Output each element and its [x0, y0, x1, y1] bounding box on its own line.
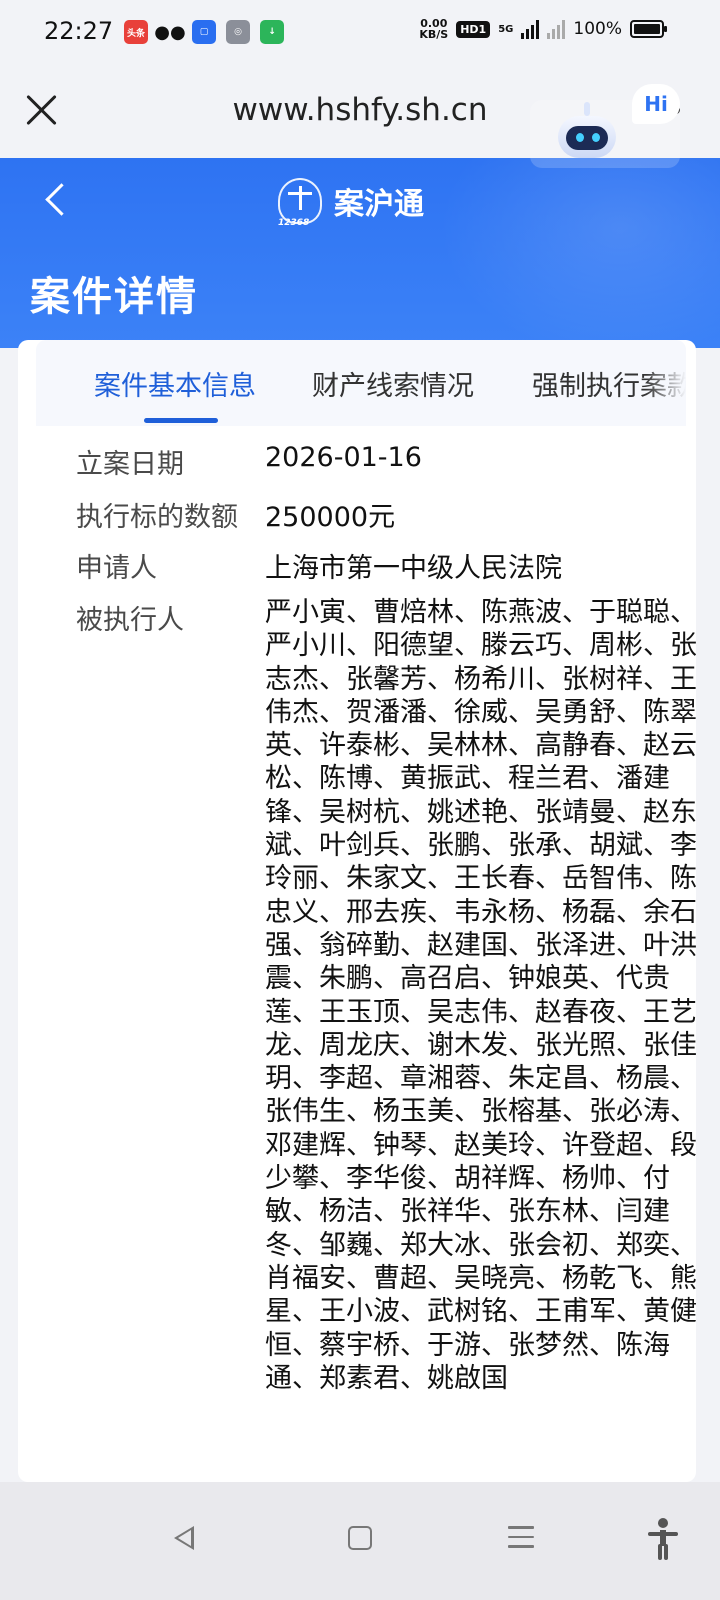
wechat-icon: ●● — [154, 21, 186, 43]
app-green-icon: ↓ — [260, 20, 284, 44]
back-arrow-icon[interactable] — [40, 182, 76, 218]
page-title: 案件详情 — [30, 274, 198, 320]
debtors-label: 被执行人 — [76, 605, 184, 636]
toutiao-icon: 头条 — [124, 20, 148, 44]
home-square-icon[interactable] — [348, 1526, 372, 1550]
filing-date-value: 2026-01-16 — [265, 442, 422, 473]
notification-icons: 头条 ●● ▢ ◎ ↓ — [124, 20, 284, 44]
tab-active-indicator — [144, 418, 218, 423]
network-speed: 0.00 KB/S — [419, 17, 449, 41]
hd-badge: HD1 — [456, 20, 491, 38]
accessibility-icon[interactable] — [648, 1518, 678, 1560]
menu-lines-icon[interactable] — [508, 1526, 534, 1550]
battery-icon — [630, 20, 667, 38]
battery-fill — [634, 24, 660, 34]
signal-icon — [521, 19, 540, 39]
logo-number: 12368 — [278, 218, 310, 228]
back-triangle-icon[interactable] — [174, 1526, 194, 1550]
tab-bar: 案件基本信息 财产线索情况 强制执行案款 — [36, 340, 686, 426]
case-detail-card: 案件基本信息 财产线索情况 强制执行案款 立案日期 2026-01-16 执行标… — [18, 340, 696, 1482]
applicant-label: 申请人 — [76, 553, 157, 584]
battery-percent: 100% — [573, 19, 622, 39]
app-blue-icon: ▢ — [192, 20, 216, 44]
system-icons: 0.00 KB/S HD1 5G 100% — [419, 17, 667, 41]
brand: 12368 案沪通 — [278, 178, 424, 228]
hi-bubble[interactable]: Hi — [632, 84, 680, 124]
debtors-value: 严小寅、曹焙林、陈燕波、于聪聪、严小川、阳德望、滕云巧、周彬、张志杰、张馨芳、杨… — [265, 597, 696, 1394]
brand-name: 案沪通 — [334, 187, 424, 222]
amount-value: 250000元 — [265, 502, 396, 533]
signal-secondary-icon — [547, 19, 566, 39]
system-nav-bar — [0, 1482, 720, 1600]
amount-label: 执行标的数额 — [76, 502, 238, 533]
app-gray-icon: ◎ — [226, 20, 250, 44]
status-time: 22:27 — [44, 17, 114, 45]
tab-property-clues[interactable]: 财产线索情况 — [312, 364, 474, 403]
robot-icon — [554, 102, 620, 162]
tab-basic-info[interactable]: 案件基本信息 — [94, 364, 256, 403]
status-bar: 22:27 头条 ●● ▢ ◎ ↓ 0.00 KB/S HD1 5G 100% — [0, 0, 720, 64]
court-logo-icon: 12368 — [278, 178, 322, 228]
filing-date-label: 立案日期 — [76, 449, 184, 480]
applicant-value: 上海市第一中级人民法院 — [265, 553, 562, 584]
app-header: 12368 案沪通 案件详情 — [0, 158, 720, 348]
network-type: 5G — [498, 23, 514, 35]
